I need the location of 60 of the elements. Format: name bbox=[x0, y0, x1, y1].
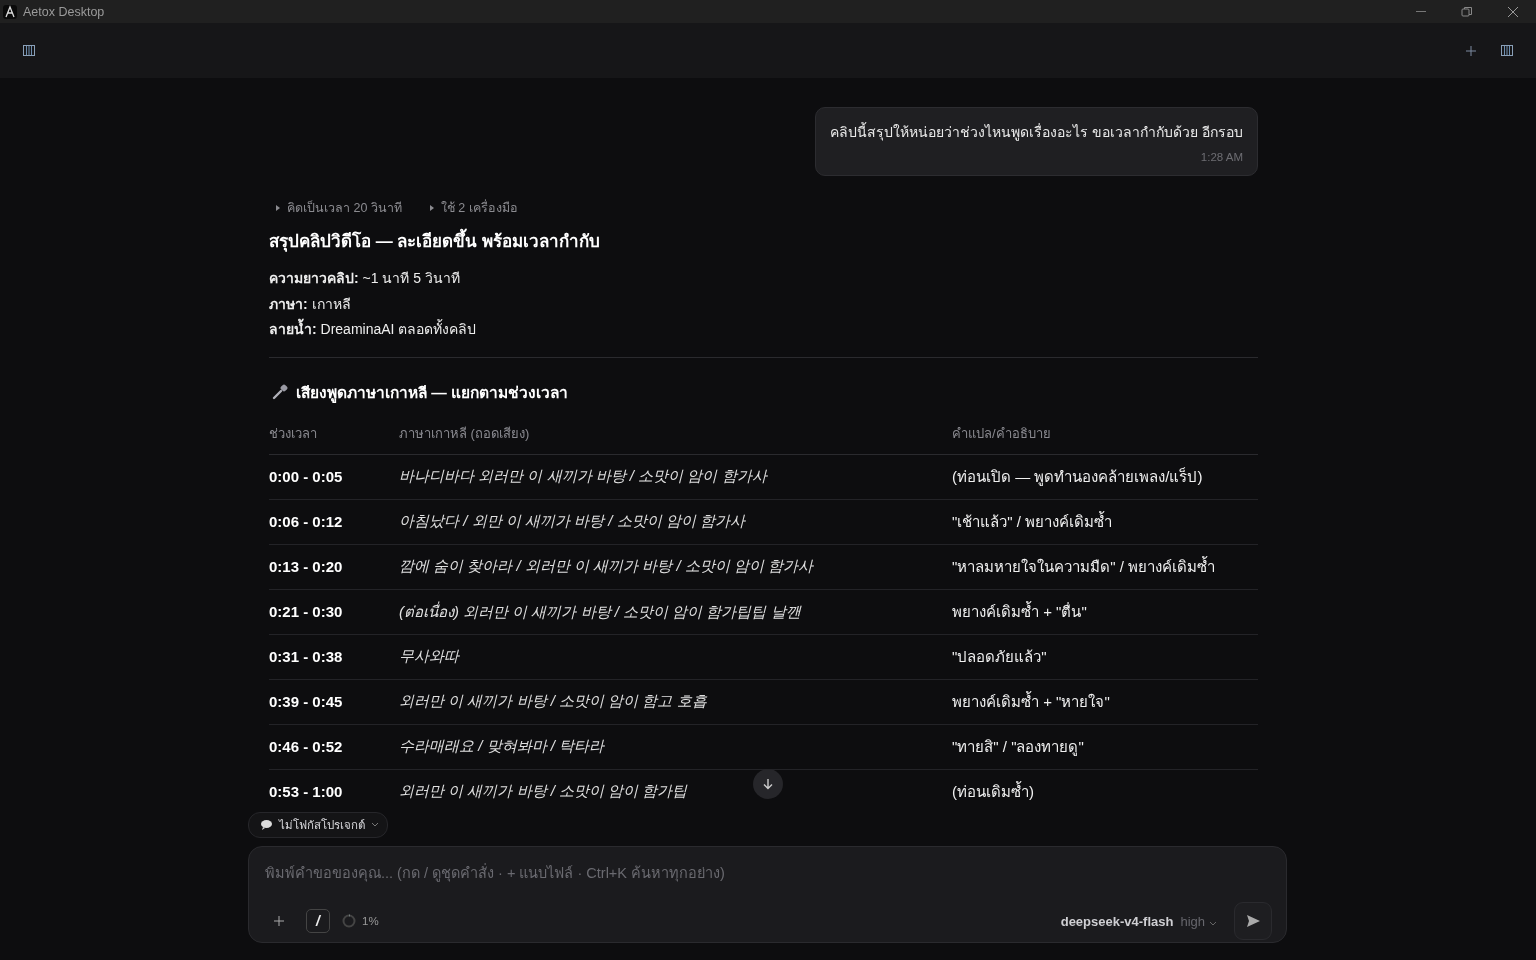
sidebar-toggle-icon[interactable] bbox=[23, 45, 35, 56]
message-time: 1:28 AM bbox=[1200, 151, 1243, 163]
table-cell: 0:53 - 1:00 bbox=[269, 783, 343, 800]
table-cell: 0:39 - 0:45 bbox=[269, 693, 343, 710]
step-toggle[interactable]: ใช้ 2 เครื่องมือ bbox=[440, 198, 518, 218]
table-cell: 0:21 - 0:30 bbox=[269, 603, 343, 620]
table-cell: "เช้าแล้ว" / พยางค์เดิมซ้ำ bbox=[952, 512, 1113, 530]
close-button[interactable] bbox=[1507, 5, 1519, 18]
table-cell: 0:31 - 0:38 bbox=[269, 648, 343, 665]
table-cell: "ทายสิ" / "ลองทายดู" bbox=[952, 737, 1084, 755]
window-title: Aetox Desktop bbox=[23, 4, 105, 19]
table-cell: (ท่อนเดิมซ้ำ) bbox=[952, 782, 1034, 800]
add-icon[interactable] bbox=[1466, 45, 1476, 56]
caret-icon bbox=[1210, 922, 1216, 926]
table-cell: พยางค์เดิมซ้ำ + "ตื่น" bbox=[952, 602, 1087, 620]
restore-button[interactable] bbox=[1461, 5, 1473, 18]
column-header: ภาษาเกาหลี (ถอดเสียง) bbox=[399, 422, 952, 454]
chat-bubble-icon bbox=[261, 820, 272, 830]
slash-command-button[interactable]: / bbox=[306, 909, 330, 933]
table-cell: 외러만 이 새끼가 바탕 / 소맛이 암이 함고 호흡 bbox=[399, 692, 707, 709]
project-chip[interactable]: ไม่โฟกัสโปรเจกต์ bbox=[248, 812, 388, 838]
model-selector[interactable]: deepseek-v4-flash bbox=[1060, 913, 1174, 929]
section-heading: เสียงพูดภาษาเกาหลี — แยกตามช่วงเวลา bbox=[296, 382, 569, 405]
scroll-down-button[interactable] bbox=[753, 769, 783, 799]
panel-toggle-icon[interactable] bbox=[1501, 45, 1513, 56]
fact-line: ลายน้ำ: DreaminaAI ตลอดทั้งคลิป bbox=[269, 317, 1258, 343]
expand-caret-icon[interactable] bbox=[429, 205, 434, 211]
table-cell: 0:13 - 0:20 bbox=[269, 558, 343, 575]
fact-line: ความยาวคลิป: ~1 นาที 5 วินาที bbox=[269, 269, 461, 288]
context-usage-reading: 1% bbox=[362, 915, 379, 927]
send-button[interactable] bbox=[1234, 902, 1272, 940]
table-cell: "ปลอดภัยแล้ว" bbox=[952, 647, 1047, 665]
add-icon[interactable] bbox=[274, 916, 284, 926]
message-text: คลิปนี้สรุปให้หน่อยว่าช่วงไหนพูดเรื่องอะไร ขอเวลากำกับด้วย อีกรอบ bbox=[830, 121, 1243, 143]
table-cell: "หาลมหายใจในความมืด" / พยางค์เดิมซ้ำ bbox=[952, 557, 1216, 575]
table-cell: พยางค์เดิมซ้ำ + "หายใจ" bbox=[952, 692, 1110, 710]
fact-line: ภาษา: เกาหลี bbox=[269, 294, 352, 314]
table-cell: 0:00 - 0:05 bbox=[269, 468, 343, 485]
arrow-down-icon bbox=[763, 778, 773, 790]
column-header: คำแปล/คำอธิบาย bbox=[952, 422, 1258, 454]
table-cell: (ท่อนเปิด — พูดทำนองคล้ายเพลง/แร็ป) bbox=[952, 467, 1203, 485]
column-header: ช่วงเวลา bbox=[269, 422, 399, 454]
step-toggle[interactable]: คิดเป็นเวลา 20 วินาที bbox=[287, 198, 402, 218]
table-cell: 외러만 이 새끼가 바탕 / 소맛이 암이 함가팁 bbox=[399, 782, 688, 799]
table-cell: 수라매래요 / 맞혀봐마 / 탁타라 bbox=[399, 737, 604, 754]
reply-heading: สรุปคลิปวิดีโอ — ละเอียดขึ้น พร้อมเวลากำกับ bbox=[269, 227, 1258, 254]
caret-icon bbox=[372, 823, 378, 827]
expand-caret-icon[interactable] bbox=[276, 205, 280, 211]
app-logo-icon bbox=[3, 4, 17, 19]
table-cell: (ต่อเนื่อง) 외러만 이 새끼가 바탕 / 소맛이 암이 함가팁팁 날깬 bbox=[399, 602, 801, 620]
table-cell: 아침났다 / 외만 이 새끼가 바탕 / 소맛이 암이 함가사 bbox=[399, 512, 745, 529]
message-input-field[interactable]: พิมพ์คำขอของคุณ... (กด / ดูชุดคำสั่ง · + แนบไฟล์ · Ctrl+K ค้นหาทุกอย่าง) / 1% deepseek-v4-flash high bbox=[248, 846, 1287, 943]
context-usage-ring-icon bbox=[342, 914, 356, 928]
table-cell: 0:06 - 0:12 bbox=[269, 513, 343, 530]
send-icon bbox=[1246, 915, 1260, 927]
microphone-icon bbox=[272, 384, 288, 400]
table-cell: 0:46 - 0:52 bbox=[269, 738, 343, 755]
table-cell: 바나디바다 외러만 이 새끼가 바탕 / 소맛이 암이 함가사 bbox=[399, 467, 767, 484]
table-cell: 깜에 숨이 찾아라 / 외러만 이 새끼가 바탕 / 소맛이 암이 함가사 bbox=[399, 557, 814, 574]
table-cell: 무사와따 bbox=[399, 647, 459, 664]
